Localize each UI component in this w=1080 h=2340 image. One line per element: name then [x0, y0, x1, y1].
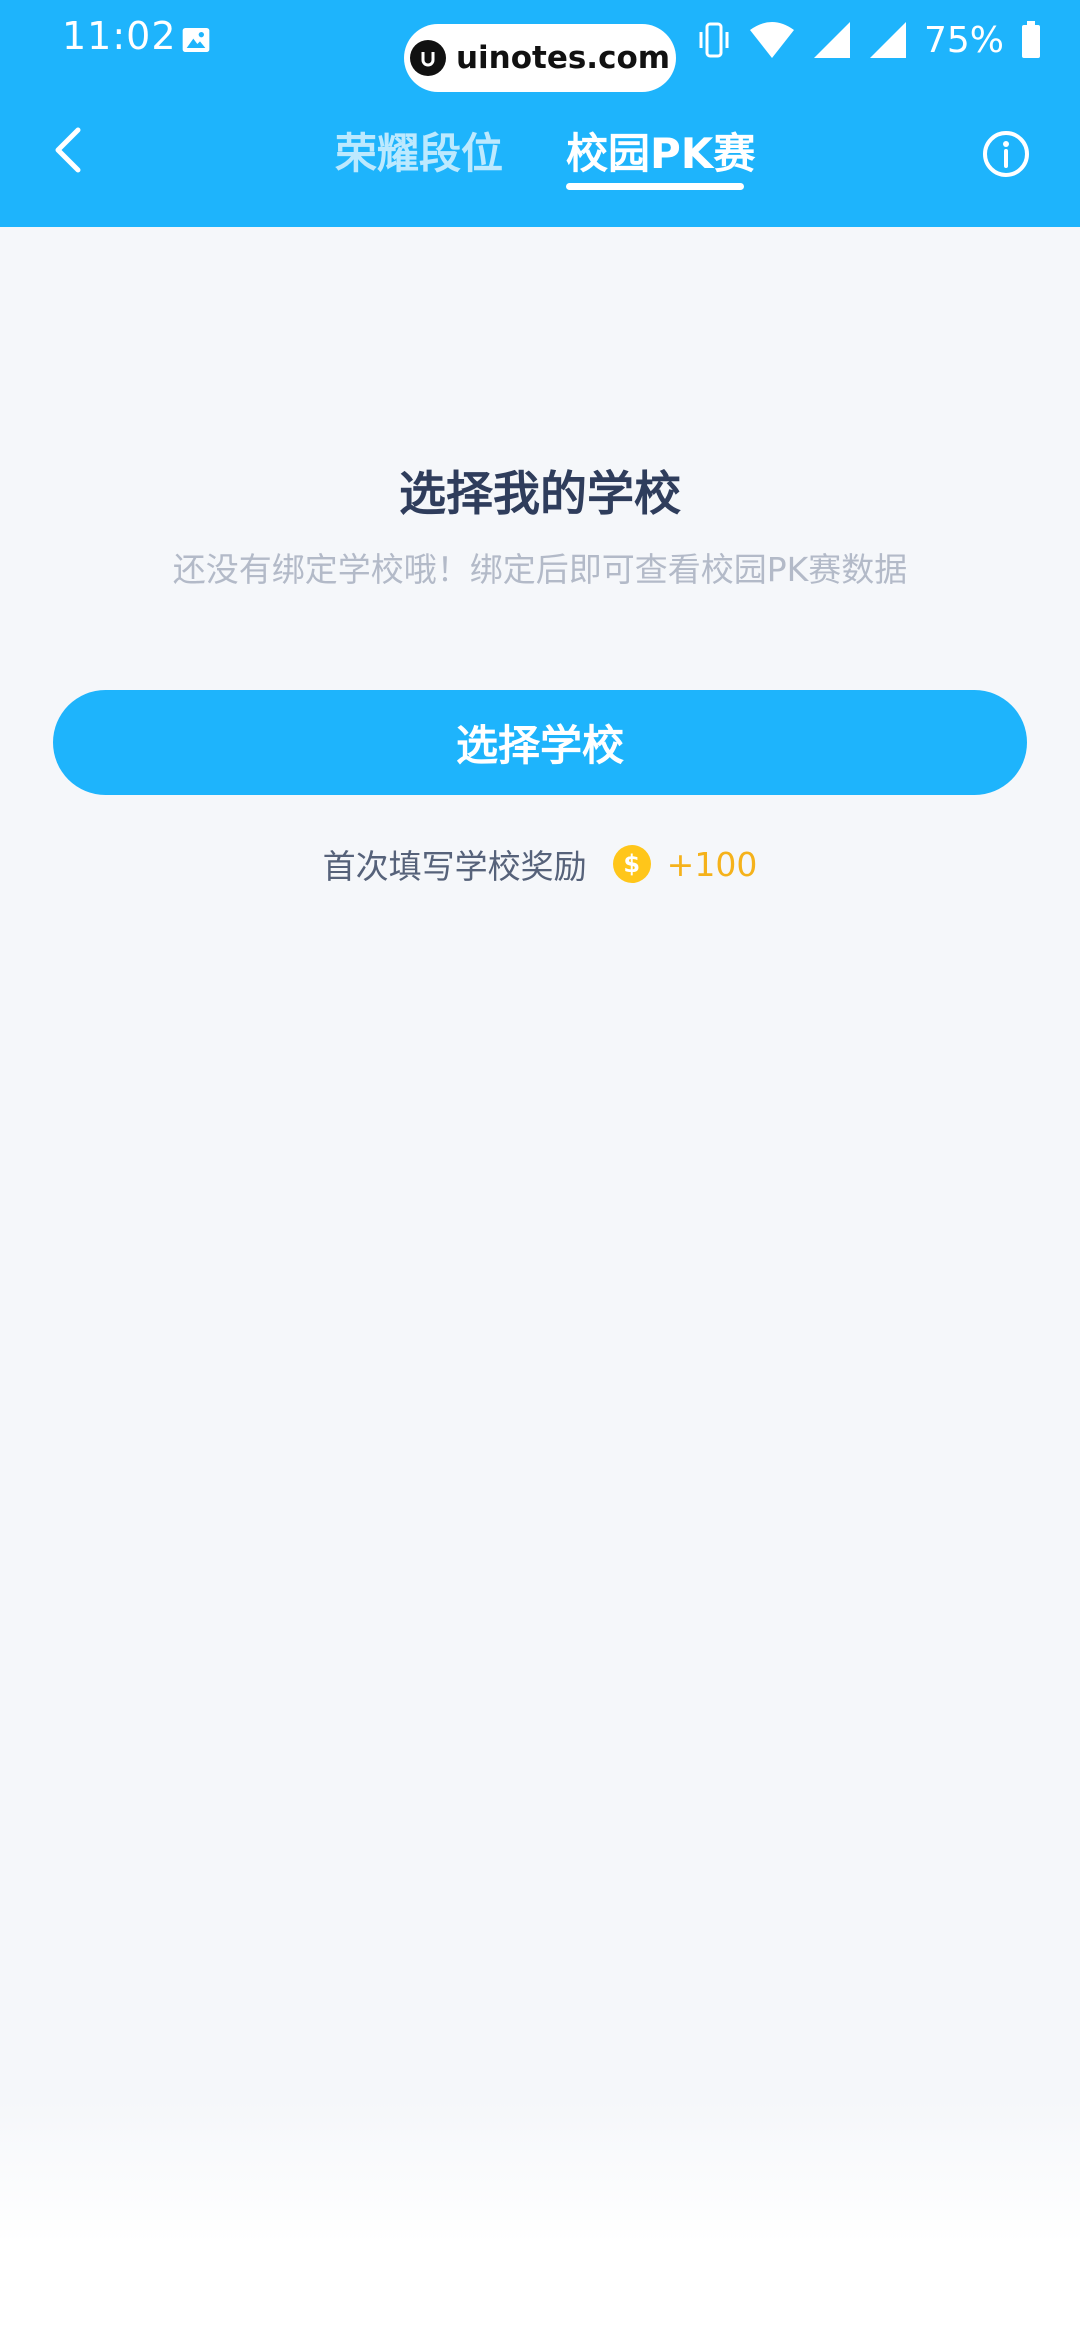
header: 11:02 uinotes.com 75% 荣耀段位 校园PK赛 — [0, 0, 1080, 227]
watermark-text: uinotes.com — [455, 40, 671, 76]
coin-icon: $ — [612, 845, 651, 883]
page-subtitle: 还没有绑定学校哦！绑定后即可查看校园PK赛数据 — [172, 550, 908, 589]
chevron-left-icon[interactable] — [40, 120, 100, 180]
tab-honor-rank[interactable]: 荣耀段位 — [335, 120, 503, 181]
status-bar: 11:02 uinotes.com 75% — [0, 0, 1080, 92]
bottom-fade — [0, 2100, 1080, 2340]
status-icons: 75% — [696, 18, 1042, 62]
reward-label: 首次填写学校奖励 — [322, 847, 587, 886]
battery-icon — [1022, 21, 1040, 58]
signal-icon — [813, 22, 850, 58]
photo-icon — [182, 28, 210, 52]
reward-value: +100 — [666, 844, 758, 884]
battery-percent: 75% — [923, 19, 1004, 61]
signal-icon — [869, 22, 906, 58]
wifi-icon — [749, 22, 794, 58]
watermark-logo-icon — [409, 40, 446, 76]
reward-row: 首次填写学校奖励 $ +100 — [0, 842, 1080, 887]
status-time: 11:02 — [62, 14, 177, 58]
page-title: 选择我的学校 — [399, 467, 681, 522]
nav-bar: 荣耀段位 校园PK赛 — [0, 90, 1080, 210]
tab-campus-pk[interactable]: 校园PK赛 — [566, 120, 755, 181]
active-tab-indicator — [566, 183, 744, 190]
watermark-badge: uinotes.com — [404, 24, 676, 92]
vibrate-icon — [699, 22, 729, 58]
select-school-button[interactable]: 选择学校 — [53, 690, 1027, 795]
info-icon[interactable] — [976, 124, 1036, 184]
